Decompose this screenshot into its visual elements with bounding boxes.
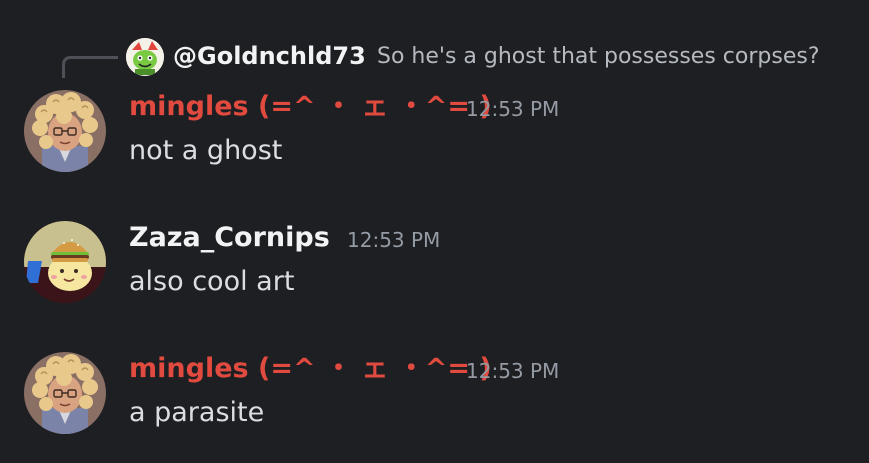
message-author[interactable]: Zaza_Cornips — [129, 220, 330, 256]
message-content: not a ghost — [129, 135, 283, 166]
message-timestamp[interactable]: 12:53 PM — [466, 91, 559, 127]
reply-author[interactable]: @Goldnchld73 — [173, 40, 366, 72]
message-content: a parasite — [129, 397, 265, 428]
message-timestamp[interactable]: 12:53 PM — [347, 222, 440, 258]
message: Zaza_Cornips 12:53 PM also cool art — [0, 211, 869, 311]
burger-hat-character-avatar-icon — [24, 221, 106, 303]
message: mingles (=^ ・ ェ ・^= ) 12:53 PM not a gho… — [0, 80, 869, 180]
curly-hair-character-avatar-icon — [24, 352, 106, 434]
reply-avatar[interactable] — [126, 38, 164, 76]
message-author[interactable]: mingles (=^ ・ ェ ・^= ) — [129, 351, 492, 387]
green-character-avatar-icon — [126, 38, 164, 76]
reply-spine — [62, 56, 118, 78]
avatar[interactable] — [24, 352, 106, 434]
curly-hair-character-avatar-icon — [24, 90, 106, 172]
chat-messages: @Goldnchld73 So he's a ghost that posses… — [0, 0, 869, 463]
avatar[interactable] — [24, 90, 106, 172]
reply-text[interactable]: So he's a ghost that possesses corpses? — [377, 41, 820, 73]
reply-preview[interactable]: @Goldnchld73 So he's a ghost that posses… — [0, 0, 869, 80]
message-content: also cool art — [129, 266, 295, 297]
message-author[interactable]: mingles (=^ ・ ェ ・^= ) — [129, 89, 492, 125]
message-timestamp[interactable]: 12:53 PM — [466, 353, 559, 389]
avatar[interactable] — [24, 221, 106, 303]
message: mingles (=^ ・ ェ ・^= ) 12:53 PM a parasit… — [0, 342, 869, 442]
